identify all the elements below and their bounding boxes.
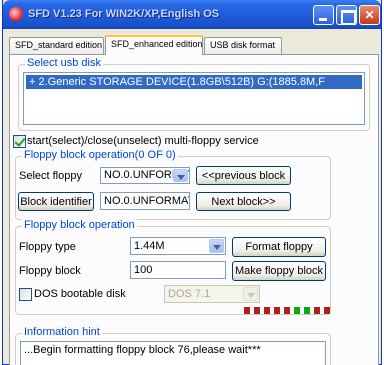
floppy-operation-title: Floppy block operation <box>22 219 137 231</box>
dos-version-value: DOS 7.1 <box>168 288 211 300</box>
tab-panel: Select usb disk + 2.Generic STORAGE DEVI… <box>9 54 379 365</box>
chevron-down-icon[interactable] <box>173 169 188 182</box>
floppy-type-value: 1.44M <box>134 240 165 252</box>
dos-bootable-checkbox[interactable] <box>19 288 32 301</box>
dos-version-combo[interactable]: DOS 7.1 <box>164 285 260 303</box>
window-title: SFD V1.23 For WIN2K/XP,English OS <box>28 8 220 20</box>
select-floppy-combo[interactable]: NO.0.UNFORMATT <box>100 167 190 184</box>
status-led-red <box>314 307 320 314</box>
floppy-block-operation-title: Floppy block operation(0 OF 0) <box>22 149 178 161</box>
chevron-down-icon <box>243 287 258 301</box>
floppy-type-label: Floppy type <box>19 241 76 253</box>
status-led-red <box>284 307 290 314</box>
previous-block-button[interactable]: <<previous block <box>196 166 291 185</box>
status-led-red <box>264 307 270 314</box>
status-led-green <box>304 307 310 314</box>
information-hint-group: Information hint ...Begin formatting flo… <box>15 326 331 365</box>
maximize-button[interactable] <box>336 5 357 25</box>
floppy-block-operation-group: Floppy block operation(0 OF 0) Select fl… <box>15 149 331 220</box>
floppy-block-field[interactable]: 100 <box>130 261 226 279</box>
floppy-type-combo[interactable]: 1.44M <box>130 237 226 255</box>
status-led-red <box>244 307 250 314</box>
app-window: SFD V1.23 For WIN2K/XP,English OS ✕ SFD_… <box>2 0 382 365</box>
title-bar[interactable]: SFD V1.23 For WIN2K/XP,English OS ✕ <box>3 0 381 29</box>
status-led-red <box>324 307 330 314</box>
block-identifier-button[interactable]: Block identifier <box>18 192 94 211</box>
floppy-block-label: Floppy block <box>19 265 81 277</box>
usb-disk-item[interactable]: + 2.Generic STORAGE DEVICE(1.8GB\512B) G… <box>26 75 362 89</box>
usb-disk-group: Select usb disk + 2.Generic STORAGE DEVI… <box>18 57 370 131</box>
close-button[interactable]: ✕ <box>359 5 380 25</box>
status-led-red <box>254 307 260 314</box>
multi-floppy-checkbox[interactable] <box>13 135 26 148</box>
usb-disk-group-title: Select usb disk <box>25 57 103 69</box>
block-identifier-field[interactable]: NO.0.UNFORMATTED <box>100 192 190 210</box>
information-hint-text: ...Begin formatting floppy block 76,plea… <box>20 341 326 365</box>
next-block-button[interactable]: Next block>> <box>196 192 291 211</box>
multi-floppy-label: start(select)/close(unselect) multi-flop… <box>27 135 259 147</box>
information-hint-title: Information hint <box>22 326 102 338</box>
tab-usb-disk-format[interactable]: USB disk format <box>204 37 282 54</box>
select-floppy-label: Select floppy <box>19 170 82 182</box>
tab-standard-edition[interactable]: SFD_standard edition <box>9 37 104 54</box>
status-led-green <box>294 307 300 314</box>
dos-bootable-label: DOS bootable disk <box>34 288 126 300</box>
format-floppy-button[interactable]: Format floppy <box>232 237 326 257</box>
app-icon <box>9 7 23 21</box>
usb-disk-list[interactable]: + 2.Generic STORAGE DEVICE(1.8GB\512B) G… <box>23 72 365 125</box>
status-led-red <box>274 307 280 314</box>
make-floppy-block-button[interactable]: Make floppy block <box>232 261 326 281</box>
chevron-down-icon[interactable] <box>209 239 224 253</box>
tab-enhanced-edition[interactable]: SFD_enhanced edition <box>105 35 203 55</box>
minimize-button[interactable] <box>313 5 334 25</box>
floppy-operation-group: Floppy block operation Floppy type 1.44M… <box>15 219 331 315</box>
